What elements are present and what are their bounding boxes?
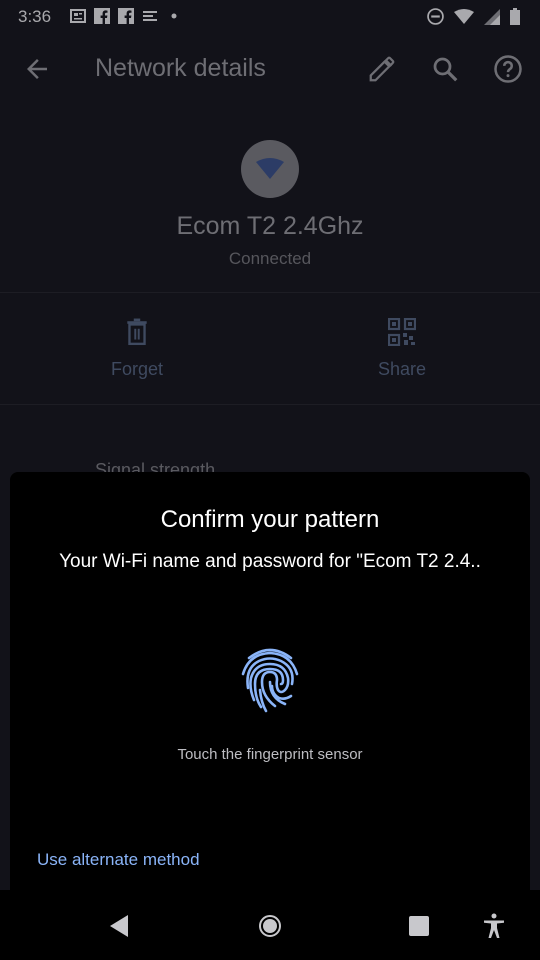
divider (0, 404, 540, 405)
news-icon (70, 8, 86, 29)
help-icon[interactable] (493, 54, 523, 84)
wifi-network-icon (241, 140, 299, 198)
navigation-bar (0, 890, 540, 960)
fingerprint-hint: Touch the fingerprint sensor (177, 746, 363, 763)
facebook-icon (118, 8, 134, 29)
dialog-title: Confirm your pattern (160, 506, 380, 533)
status-bar: 3:36 (0, 0, 540, 34)
status-notification-icons (70, 8, 182, 29)
page-title: Network details (95, 54, 266, 82)
network-name: Ecom T2 2.4Ghz (176, 212, 364, 240)
accessibility-icon[interactable] (482, 913, 506, 938)
facebook-icon (94, 8, 110, 29)
confirm-dialog: Confirm your pattern Your Wi-Fi name and… (10, 472, 530, 890)
forget-button[interactable]: Forget (57, 318, 217, 380)
status-time: 3:36 (18, 7, 52, 26)
status-system-icons (427, 8, 520, 30)
use-alternate-method-button[interactable]: Use alternate method (37, 850, 200, 870)
dot-icon (166, 8, 182, 29)
back-arrow-icon[interactable] (22, 54, 52, 84)
cell-signal-icon (484, 8, 500, 30)
network-status: Connected (228, 249, 312, 268)
trash-icon (127, 318, 147, 346)
battery-icon (510, 8, 520, 30)
qr-code-icon (387, 317, 417, 347)
network-header: Ecom T2 2.4Ghz Connected (0, 104, 540, 292)
dialog-subtitle: Your Wi-Fi name and password for "Ecom T… (59, 551, 481, 572)
recents-square-icon[interactable] (407, 914, 431, 938)
home-circle-icon[interactable] (258, 914, 282, 938)
share-button[interactable]: Share (322, 317, 482, 380)
list-icon (142, 8, 158, 29)
back-triangle-icon[interactable] (107, 914, 131, 938)
divider (0, 292, 540, 293)
fingerprint-icon[interactable] (235, 644, 305, 716)
edit-icon[interactable] (367, 54, 397, 84)
share-label: Share (377, 359, 427, 379)
search-icon[interactable] (430, 54, 460, 84)
forget-label: Forget (110, 359, 164, 379)
app-bar: Network details (0, 34, 540, 104)
do-not-disturb-icon (427, 8, 444, 30)
wifi-icon (454, 8, 474, 30)
